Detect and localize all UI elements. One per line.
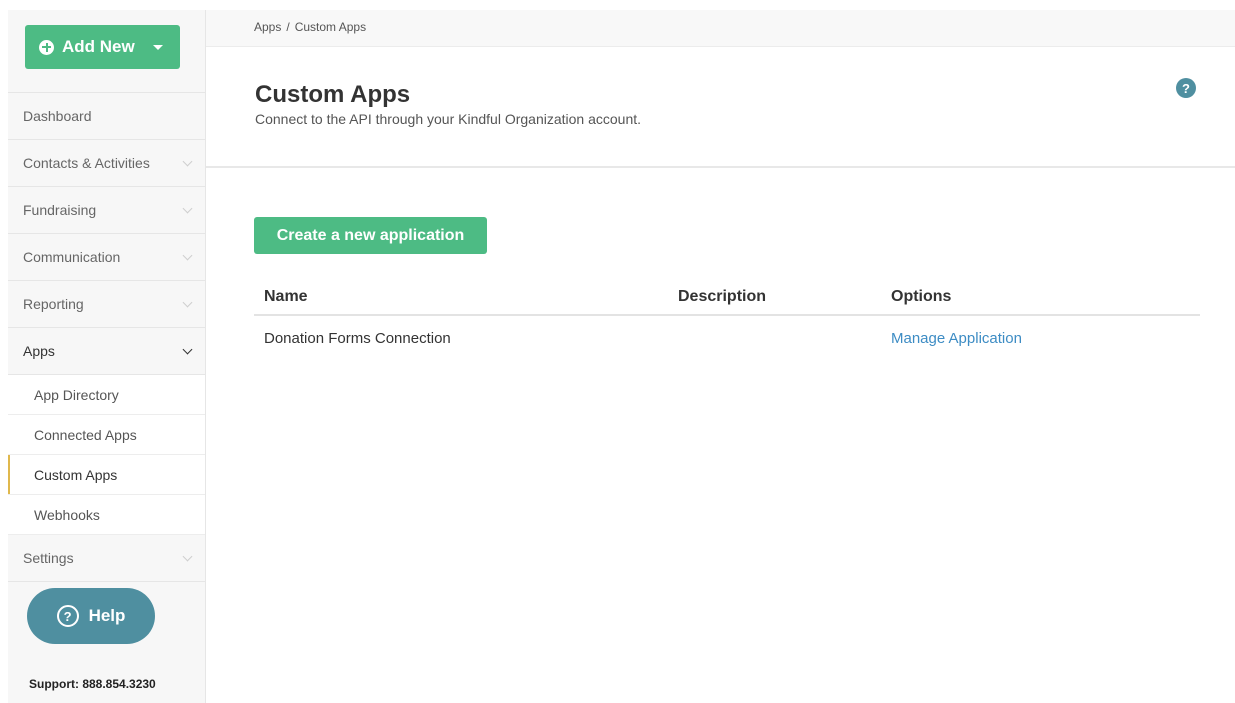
chevron-down-icon <box>182 344 193 354</box>
sidebar-item-label: Settings <box>23 550 74 566</box>
topbar: Apps / Custom Apps <box>206 10 1235 47</box>
plus-circle-icon <box>39 39 54 55</box>
breadcrumb-current: Custom Apps <box>294 20 367 34</box>
sidebar-item-label: Contacts & Activities <box>23 155 150 171</box>
sidebar-nav: Dashboard Contacts & Activities Fundrais… <box>8 92 205 582</box>
table-header: Name Description Options <box>254 280 1200 316</box>
chevron-down-icon <box>182 250 193 260</box>
sidebar-subitem-webhooks[interactable]: Webhooks <box>8 495 205 535</box>
create-new-application-button[interactable]: Create a new application <box>254 217 487 254</box>
manage-application-link[interactable]: Manage Application <box>891 330 1022 347</box>
sidebar-item-communication[interactable]: Communication <box>8 234 205 281</box>
sidebar-subitem-app-directory[interactable]: App Directory <box>8 375 205 415</box>
sidebar-subitem-label: Webhooks <box>34 506 100 523</box>
sidebar-subitem-label: Custom Apps <box>34 466 118 483</box>
support-phone: Support: 888.854.3230 <box>29 677 156 691</box>
column-header-description: Description <box>678 288 767 305</box>
caret-down-icon <box>152 44 163 50</box>
sidebar-subitem-label: App Directory <box>34 386 119 403</box>
sidebar-item-label: Fundraising <box>23 202 97 218</box>
sidebar-item-label: Reporting <box>23 296 84 312</box>
chevron-down-icon <box>182 297 193 307</box>
sidebar-subitem-label: Connected Apps <box>34 426 137 443</box>
sidebar-subitem-custom-apps[interactable]: Custom Apps <box>8 455 205 495</box>
sidebar-item-contacts-activities[interactable]: Contacts & Activities <box>8 140 205 187</box>
apps-submenu: App Directory Connected Apps Custom Apps… <box>8 375 205 535</box>
help-question-icon[interactable]: ? <box>1176 78 1196 98</box>
sidebar-item-label: Communication <box>23 249 121 265</box>
breadcrumb-separator: / <box>286 20 290 34</box>
sidebar-item-apps[interactable]: Apps <box>8 328 205 375</box>
breadcrumb-link-apps[interactable]: Apps <box>254 20 281 34</box>
sidebar-item-settings[interactable]: Settings <box>8 535 205 582</box>
help-button[interactable]: ? Help <box>27 588 155 644</box>
column-header-name: Name <box>264 288 308 305</box>
chevron-down-icon <box>182 156 193 166</box>
column-header-options: Options <box>891 288 952 305</box>
sidebar-item-label: Dashboard <box>23 108 92 124</box>
sidebar-item-dashboard[interactable]: Dashboard <box>8 93 205 140</box>
breadcrumb: Apps / Custom Apps <box>254 20 366 34</box>
page-title: Custom Apps <box>255 81 411 108</box>
add-new-button[interactable]: Add New <box>25 25 180 69</box>
chevron-down-icon <box>182 551 193 561</box>
chevron-down-icon <box>182 203 193 213</box>
sidebar-item-label: Apps <box>23 343 55 359</box>
question-circle-icon: ? <box>56 605 79 627</box>
table-row: Donation Forms Connection Manage Applica… <box>254 316 1200 360</box>
add-new-label: Add New <box>62 37 135 56</box>
cell-name: Donation Forms Connection <box>264 329 451 347</box>
sidebar: Add New Dashboard Contacts & Activities … <box>8 10 206 703</box>
sidebar-subitem-connected-apps[interactable]: Connected Apps <box>8 415 205 455</box>
sidebar-item-reporting[interactable]: Reporting <box>8 281 205 328</box>
help-label: Help <box>88 606 126 625</box>
page-header: Custom Apps Connect to the API through y… <box>206 47 1235 168</box>
sidebar-item-fundraising[interactable]: Fundraising <box>8 187 205 234</box>
custom-apps-table: Name Description Options Donation Forms … <box>254 280 1200 360</box>
page-subtitle: Connect to the API through your Kindful … <box>255 111 642 127</box>
